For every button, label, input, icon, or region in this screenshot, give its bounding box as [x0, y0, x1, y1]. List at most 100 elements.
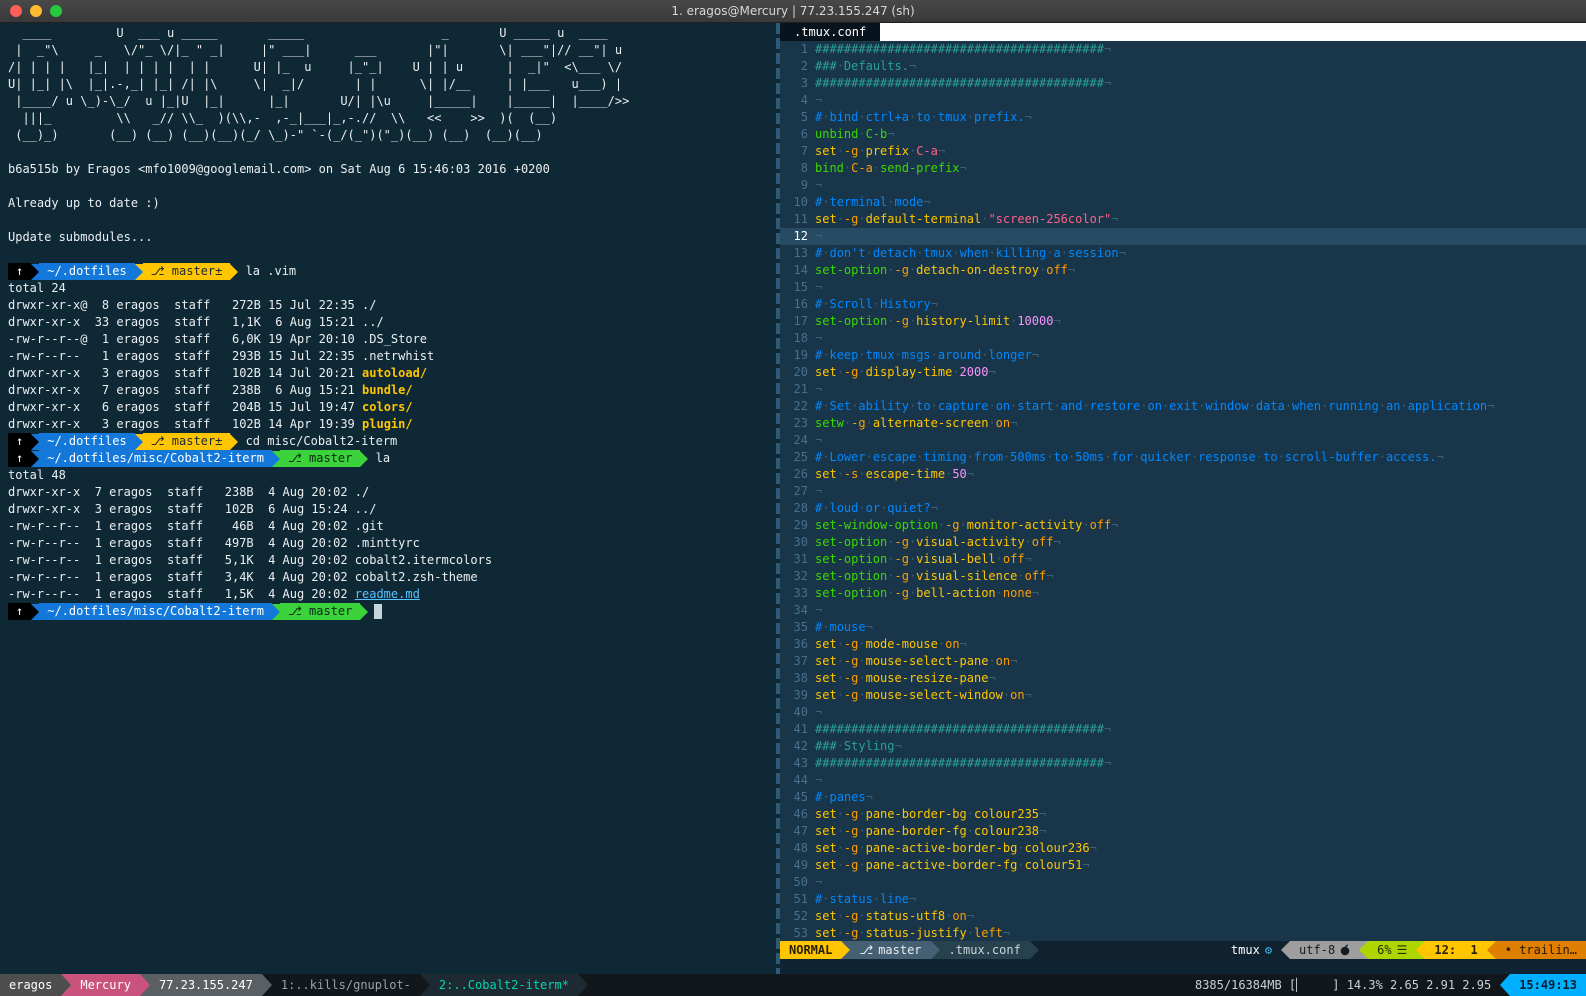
text-run: -rw-r--r-- 1 eragos staff 3,4K 4 Aug 20:…: [8, 570, 478, 584]
shell-output-line: -rw-r--r-- 1 eragos staff 293B 15 Jul 22…: [8, 348, 776, 365]
whitespace-dot: ·: [837, 212, 844, 226]
whitespace-dot: ·: [837, 858, 844, 872]
shell-prompt: ↑~/.dotfiles/misc/Cobalt2-iterm⎇ master: [8, 603, 776, 620]
syntax-token: restore: [1090, 399, 1141, 413]
whitespace-dot: ·: [837, 467, 844, 481]
tmux-host-segment[interactable]: Mercury: [71, 974, 140, 996]
line-number: 22: [780, 398, 815, 415]
line-content: ¬: [815, 772, 822, 789]
text-run: drwxr-xr-x 3 eragos staff 102B 14 Apr 19…: [8, 417, 362, 431]
syntax-token: window: [1205, 399, 1248, 413]
editor-line: 17set-option·-g·history-limit·10000¬: [780, 313, 1586, 330]
vim-pane[interactable]: .tmux.conf 1 ############################…: [780, 23, 1586, 974]
line-content: ###·Defaults.¬: [815, 58, 916, 75]
line-number: 50: [780, 874, 815, 891]
syntax-token: mouse-select-pane: [866, 654, 989, 668]
powerline-arrow-icon: [230, 434, 238, 450]
eol-marker: ¬: [988, 365, 995, 379]
eol-marker: ¬: [1104, 756, 1111, 770]
vim-buffer[interactable]: 1 #######################################…: [780, 41, 1586, 941]
syntax-token: on: [952, 909, 966, 923]
syntax-token: on: [1010, 688, 1024, 702]
close-button[interactable]: [10, 5, 22, 17]
text-run: U| |_| |\ |_|.-,_| |_| /| |\ \| _|/ | | …: [8, 77, 622, 91]
line-content: set·-g·mode-mouse·on¬: [815, 636, 967, 653]
tmux-window-2-active[interactable]: 2:..Cobalt2-iterm*: [430, 974, 578, 996]
syntax-token: -g: [844, 671, 858, 685]
syntax-token: set: [815, 926, 837, 940]
eol-marker: ¬: [1039, 807, 1046, 821]
line-content: ########################################…: [815, 721, 1111, 738]
whitespace-dot: ·: [873, 297, 880, 311]
vim-tab-tmux-conf[interactable]: .tmux.conf: [780, 23, 880, 41]
eol-marker: ¬: [1053, 314, 1060, 328]
whitespace-dot: ·: [873, 892, 880, 906]
line-content: set-option·-g·visual-activity·off¬: [815, 534, 1061, 551]
line-content: ¬: [815, 279, 822, 296]
syntax-token: pane-border-fg: [866, 824, 967, 838]
line-col-segment: 12: 1: [1425, 941, 1486, 959]
syntax-token: set-option: [815, 586, 887, 600]
tmux-window-1[interactable]: 1:..kills/gnuplot-: [272, 974, 420, 996]
minimize-button[interactable]: [30, 5, 42, 17]
segment-label: 1:..kills/gnuplot-: [281, 974, 411, 996]
syntax-token: on: [996, 654, 1010, 668]
line-content: set-option·-g·history-limit·10000¬: [815, 313, 1061, 330]
line-number: 1: [780, 41, 815, 58]
editor-line: 45#·panes¬: [780, 789, 1586, 806]
syntax-token: around: [938, 348, 981, 362]
shell-output-line: -rw-r--r-- 1 eragos staff 497B 4 Aug 20:…: [8, 535, 776, 552]
segment-label: master: [878, 941, 921, 959]
syntax-token: -g: [844, 144, 858, 158]
syntax-token: mode: [895, 195, 924, 209]
line-content: set·-g·pane-active-border-bg·colour236¬: [815, 840, 1097, 857]
eol-marker: ¬: [938, 144, 945, 158]
editor-current-line: 12¬: [780, 228, 1586, 245]
syntax-token: left: [974, 926, 1003, 940]
git-commit-line: b6a515b by Eragos <mfo1009@googlemail.co…: [8, 161, 776, 178]
syntax-token: tmux: [866, 348, 895, 362]
line-number: 17: [780, 313, 815, 330]
syntax-token: status-justify: [866, 926, 967, 940]
command-text: la .vim: [238, 263, 296, 280]
titlebar[interactable]: 1. eragos@Mercury | 77.23.155.247 (sh): [0, 0, 1586, 23]
whitespace-dot: ·: [858, 144, 865, 158]
line-content: setw·-g·alternate-screen·on¬: [815, 415, 1017, 432]
eol-marker: ¬: [960, 161, 967, 175]
eol-marker: ¬: [815, 178, 822, 192]
eol-marker: ¬: [1025, 688, 1032, 702]
editor-line: 7set·-g·prefix·C-a¬: [780, 143, 1586, 160]
shell-output-line: -rw-r--r-- 1 eragos staff 5,1K 4 Aug 20:…: [8, 552, 776, 569]
segment-label: 8385/16384MB [▏ ] 14.3% 2.65 2.91 2.95: [1195, 974, 1491, 996]
whitespace-dot: ·: [895, 348, 902, 362]
line-number: 4: [780, 92, 815, 109]
syntax-token: visual-bell: [916, 552, 995, 566]
powerline-arrow-icon: [61, 974, 71, 996]
syntax-token: set: [815, 212, 837, 226]
tmux-ip-segment[interactable]: 77.23.155.247: [150, 974, 262, 996]
syntax-token: alternate-screen: [873, 416, 989, 430]
syntax-token: msgs: [902, 348, 931, 362]
tmux-user-segment[interactable]: eragos: [0, 974, 61, 996]
text-run: b6a515b by Eragos <mfo1009@googlemail.co…: [8, 162, 550, 176]
whitespace-dot: ·: [858, 688, 865, 702]
eol-marker: ¬: [960, 637, 967, 651]
syntax-token: Defaults.: [844, 59, 909, 73]
line-content: set·-g·default-terminal·"screen-256color…: [815, 211, 1119, 228]
whitespace-dot: ·: [858, 212, 865, 226]
shell-pane[interactable]: ____ U ___ u _____ _____ _ U _____ u ___…: [0, 23, 776, 974]
text-run: drwxr-xr-x 3 eragos staff 102B 14 Jul 20…: [8, 366, 362, 380]
syntax-token: -g: [894, 552, 908, 566]
powerline-arrow-icon: [360, 451, 368, 467]
syntax-token: -g: [844, 212, 858, 226]
filetype-segment: tmux⚙: [1222, 941, 1281, 959]
syntax-token: to: [1054, 450, 1068, 464]
syntax-token: off: [1032, 535, 1054, 549]
editor-line: 49set·-g·pane-active-border-fg·colour51¬: [780, 857, 1586, 874]
syntax-token: -g: [844, 909, 858, 923]
line-number: 36: [780, 636, 815, 653]
zoom-button[interactable]: [50, 5, 62, 17]
eol-marker: ¬: [1068, 263, 1075, 277]
shell-output-line: drwxr-xr-x 3 eragos staff 102B 14 Apr 19…: [8, 416, 776, 433]
text-run: -rw-r--r-- 1 eragos staff 46B 4 Aug 20:0…: [8, 519, 384, 533]
